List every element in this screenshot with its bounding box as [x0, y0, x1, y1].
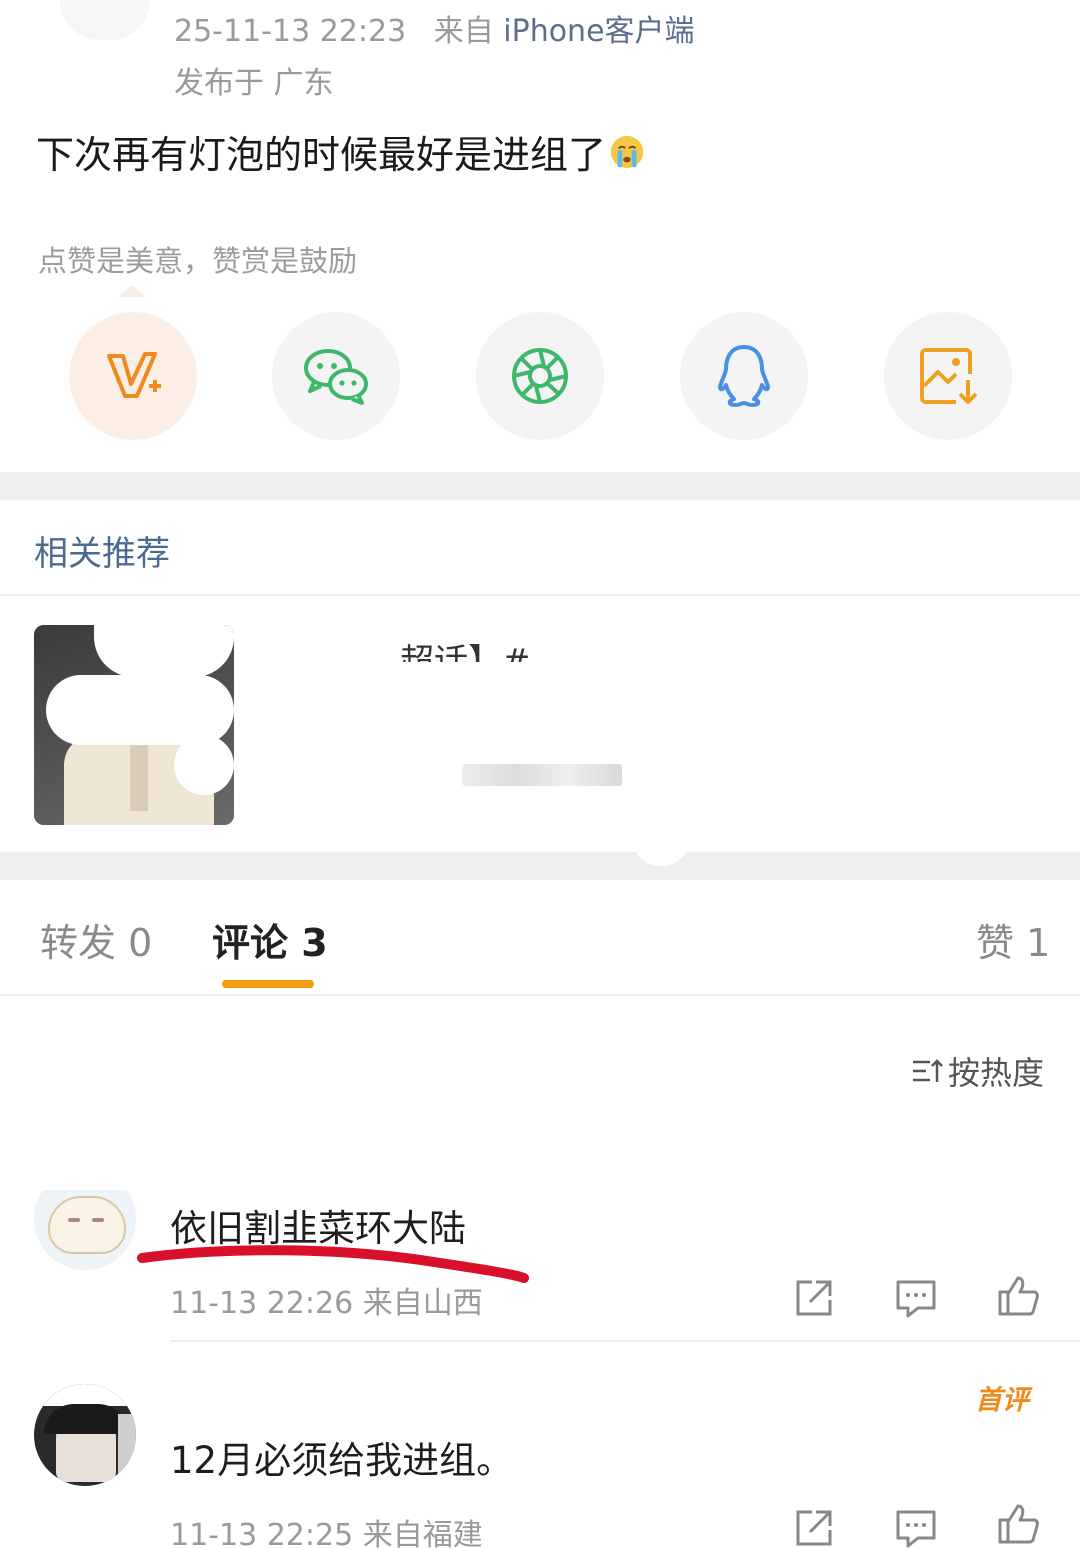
post-source[interactable]: iPhone客户端 — [503, 14, 694, 49]
post-time: 25-11-13 22:23 — [174, 14, 407, 49]
save-image-icon — [920, 348, 978, 404]
comment-divider — [170, 1340, 1080, 1342]
reply-icon[interactable] — [894, 1276, 938, 1320]
sort-icon — [913, 1059, 943, 1082]
save-image-share-button[interactable] — [884, 312, 1012, 440]
post-from-prefix: 来自 — [433, 14, 494, 49]
avatar[interactable] — [34, 1168, 136, 1270]
comment-text: 12月必须给我进组。 — [170, 1439, 514, 1482]
moments-share-button[interactable] — [476, 312, 604, 440]
crying-emoji-icon — [610, 135, 644, 168]
tabs-divider — [0, 994, 1080, 996]
recommend-item-subtitle — [462, 764, 622, 786]
moments-icon — [512, 348, 568, 404]
post-text: 下次再有灯泡的时候最好是进组了 — [36, 133, 607, 177]
section-divider-2 — [0, 852, 1080, 880]
wechat-share-button[interactable] — [272, 312, 400, 440]
repost-icon[interactable] — [792, 1506, 836, 1548]
post-avatar-fragment[interactable] — [60, 0, 150, 40]
vip-share-button[interactable] — [69, 312, 197, 440]
recommend-title: 相关推荐 — [34, 534, 170, 574]
qq-share-button[interactable] — [680, 312, 808, 440]
reply-icon[interactable] — [894, 1506, 938, 1548]
wechat-icon — [304, 349, 368, 405]
vip-plus-icon — [107, 352, 161, 398]
recommend-divider — [0, 594, 1080, 596]
post-meta: 25-11-13 22:23 来自 iPhone客户端 — [174, 6, 695, 50]
avatar[interactable] — [34, 1384, 136, 1486]
tab-likes[interactable]: 赞 1 — [976, 912, 1050, 967]
recommend-thumbnail[interactable] — [34, 625, 234, 825]
reward-tip: 点赞是美意，赞赏是鼓励 — [38, 244, 358, 278]
sort-button[interactable]: 按热度 — [910, 1048, 1044, 1094]
section-divider — [0, 472, 1080, 500]
first-comment-badge: 首评 — [975, 1385, 1029, 1416]
qq-icon — [718, 345, 770, 407]
repost-icon[interactable] — [792, 1276, 836, 1320]
recommend-item-title[interactable]: 超话】# — [400, 634, 531, 662]
tab-comments[interactable]: 评论 3 — [212, 912, 328, 967]
comment-meta: 11-13 22:26 来自山西 — [170, 1286, 483, 1321]
tip-caret — [118, 285, 146, 297]
comment-meta: 11-13 22:25 来自福建 — [170, 1518, 483, 1548]
post-location: 发布于 广东 — [174, 66, 334, 101]
sort-label: 按热度 — [948, 1054, 1045, 1092]
like-icon[interactable] — [996, 1502, 1040, 1546]
like-icon[interactable] — [996, 1274, 1040, 1318]
tab-active-indicator — [222, 980, 314, 988]
post-body: 下次再有灯泡的时候最好是进组了 — [36, 124, 646, 179]
tab-reposts[interactable]: 转发 0 — [40, 912, 152, 967]
